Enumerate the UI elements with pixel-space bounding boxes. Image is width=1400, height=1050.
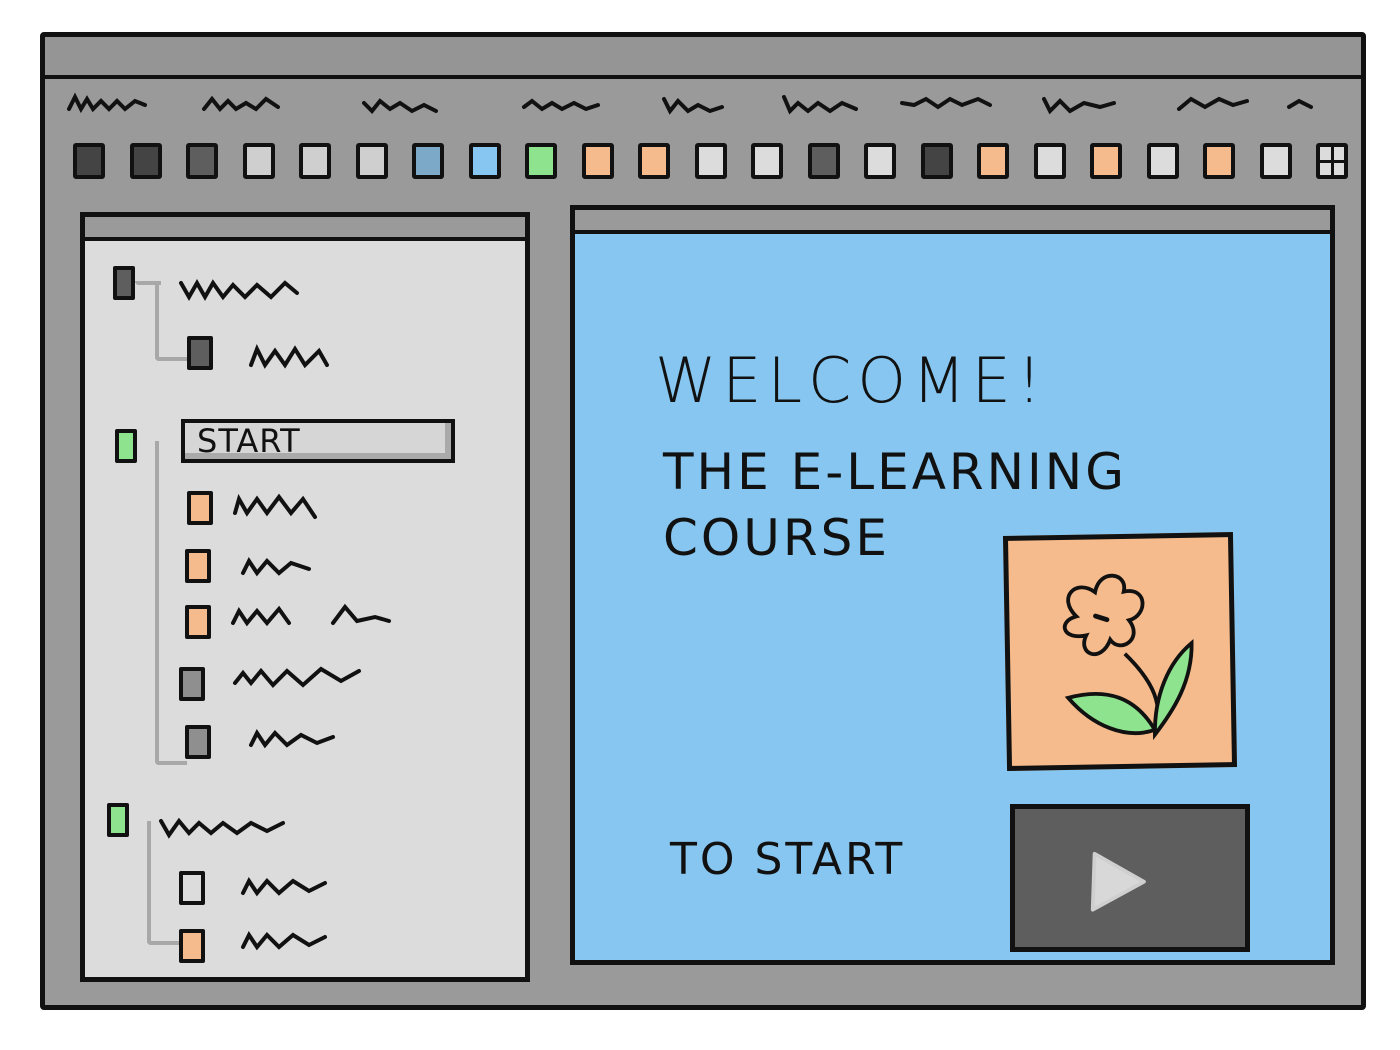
menu-item-2[interactable] — [200, 89, 295, 119]
orange-square-icon[interactable] — [581, 143, 614, 179]
dark-square-icon[interactable] — [920, 143, 953, 179]
dark-square-icon[interactable] — [129, 143, 162, 179]
orange-square-icon[interactable] — [1203, 143, 1235, 179]
orange-square-icon[interactable] — [1090, 143, 1122, 179]
page-title[interactable] — [231, 489, 331, 521]
square-icon[interactable] — [1146, 143, 1179, 179]
title-bar — [45, 37, 1361, 79]
page-node-icon[interactable] — [185, 605, 211, 639]
page-node-icon[interactable] — [179, 667, 205, 701]
preview-panel: WELCOME! THE E-LEARNING COURSE TO START — [570, 205, 1335, 965]
menu-item-9[interactable] — [1175, 89, 1270, 119]
menu-item-1[interactable] — [65, 89, 160, 119]
page-node-icon[interactable] — [185, 549, 211, 583]
play-icon — [1090, 851, 1146, 912]
square-icon[interactable] — [242, 143, 275, 179]
square-icon[interactable] — [1259, 143, 1292, 179]
blue-square-icon[interactable] — [468, 143, 501, 179]
green-square-icon[interactable] — [525, 143, 557, 179]
square-icon[interactable] — [1033, 143, 1066, 179]
orange-square-icon[interactable] — [638, 143, 670, 179]
tree-connector — [155, 441, 187, 765]
toolbar — [73, 137, 1348, 185]
tree-item-start[interactable]: START — [181, 419, 455, 463]
page-title[interactable] — [229, 599, 399, 631]
play-button[interactable] — [1010, 804, 1250, 952]
square-icon[interactable] — [355, 143, 388, 179]
to-start-label: TO START — [670, 834, 906, 885]
grid-icon[interactable] — [1316, 143, 1348, 179]
app-window: START WELCOME! THE E-LEARNING COURSE TO … — [40, 32, 1366, 1010]
chapter-title-1[interactable] — [177, 273, 307, 305]
flower-icon — [1002, 532, 1238, 771]
page-title[interactable] — [231, 661, 371, 693]
square-icon[interactable] — [299, 143, 331, 179]
page-node-icon[interactable] — [185, 725, 211, 759]
square-icon[interactable] — [751, 143, 783, 179]
page-node-icon[interactable] — [179, 929, 205, 963]
menu-item-7[interactable] — [900, 89, 995, 119]
square-icon[interactable] — [694, 143, 727, 179]
dark-square-icon[interactable] — [807, 143, 840, 179]
dark-square-icon[interactable] — [73, 143, 105, 179]
chapter-title-3[interactable] — [157, 811, 297, 843]
tree-connector — [135, 281, 161, 285]
course-tree: START — [85, 241, 525, 977]
page-node-icon[interactable] — [187, 336, 213, 370]
chapter-node-icon[interactable] — [115, 429, 137, 463]
square-icon[interactable] — [864, 143, 896, 179]
menu-item-3[interactable] — [360, 89, 455, 119]
page-title[interactable] — [239, 869, 339, 901]
menu-item-6[interactable] — [780, 89, 875, 119]
page-title[interactable] — [247, 721, 347, 753]
blue-square-icon[interactable] — [412, 143, 444, 179]
outline-panel: START — [80, 212, 530, 982]
outline-panel-header — [85, 217, 525, 241]
welcome-heading: WELCOME! — [655, 344, 1048, 417]
page-title[interactable] — [239, 923, 339, 955]
page-title[interactable] — [247, 341, 337, 373]
menu-item-8[interactable] — [1040, 89, 1135, 119]
page-node-icon[interactable] — [187, 491, 213, 525]
menu-item-5[interactable] — [660, 89, 755, 119]
page-node-icon[interactable] — [179, 871, 205, 905]
chapter-node-icon[interactable] — [113, 266, 135, 300]
slide-stage: WELCOME! THE E-LEARNING COURSE TO START — [575, 230, 1330, 960]
page-title[interactable] — [239, 549, 319, 581]
chapter-node-icon[interactable] — [107, 803, 129, 837]
menu-item-10[interactable] — [1285, 89, 1325, 119]
menu-item-4[interactable] — [520, 89, 615, 119]
orange-square-icon[interactable] — [977, 143, 1009, 179]
menu-bar — [65, 89, 1341, 129]
dark-square-icon[interactable] — [186, 143, 218, 179]
